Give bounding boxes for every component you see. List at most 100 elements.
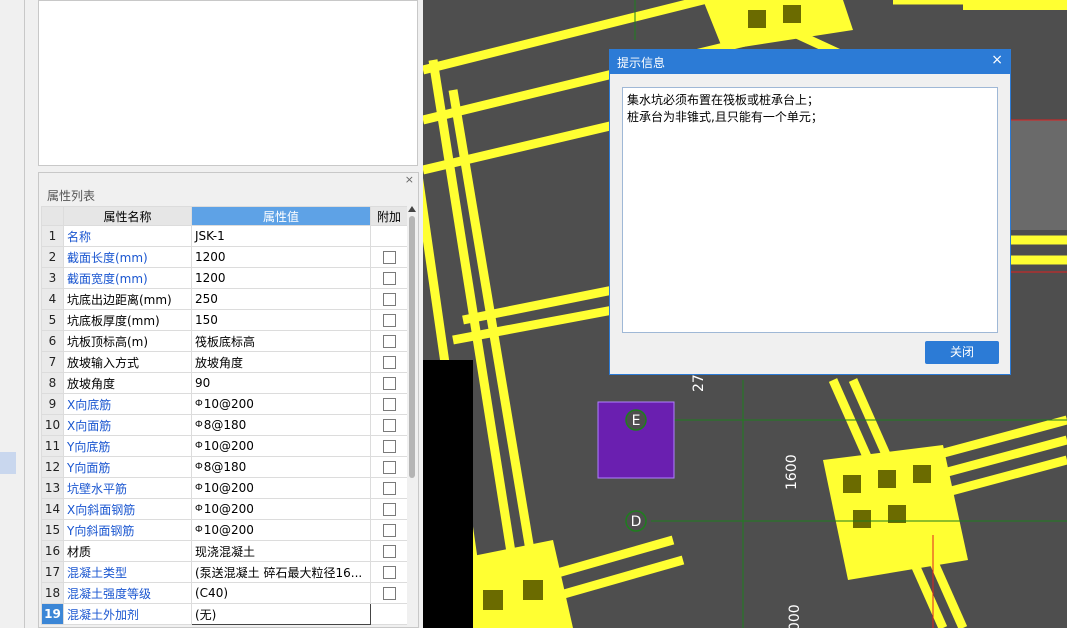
message-line: 桩承台为非锥式,且只能有一个单元； xyxy=(627,110,823,124)
row-number: 13 xyxy=(41,477,64,499)
property-value-text: 250 xyxy=(195,292,218,306)
extra-checkbox[interactable] xyxy=(382,314,396,327)
property-name: 坑壁水平筋 xyxy=(63,477,192,499)
row-number: 12 xyxy=(41,456,64,478)
row-number: 2 xyxy=(41,246,64,268)
header-extra[interactable]: 附加 xyxy=(370,206,408,226)
property-value[interactable]: 放坡角度 xyxy=(191,351,371,373)
close-button[interactable]: 关闭 xyxy=(925,341,999,364)
property-row[interactable]: 18 混凝土强度等级 (C40) xyxy=(41,582,408,604)
extra-cell xyxy=(370,309,408,331)
property-value[interactable]: (泵送混凝土 碎石最大粒径16... xyxy=(191,561,371,583)
property-row[interactable]: 9 X向底筋 Ф10@200 xyxy=(41,393,408,415)
property-value[interactable]: 1200 xyxy=(191,246,371,268)
property-row[interactable]: 6 坑板顶标高(m) 筏板底标高 xyxy=(41,330,408,352)
property-row[interactable]: 15 Y向斜面钢筋 Ф10@200 xyxy=(41,519,408,541)
rebar-grade-icon: Ф xyxy=(195,441,203,451)
header-name[interactable]: 属性名称 xyxy=(63,206,192,226)
scroll-up-arrow-icon[interactable] xyxy=(408,206,416,212)
extra-checkbox[interactable] xyxy=(382,335,396,348)
property-name: 混凝土类型 xyxy=(63,561,192,583)
grid-scrollbar[interactable] xyxy=(407,206,417,626)
property-value[interactable]: Ф10@200 xyxy=(191,393,371,415)
extra-checkbox[interactable] xyxy=(382,482,396,495)
property-value-text: 10@200 xyxy=(203,397,254,411)
property-row[interactable]: 8 放坡角度 90 xyxy=(41,372,408,394)
extra-cell xyxy=(370,330,408,352)
property-name: 截面长度(mm) xyxy=(63,246,192,268)
rebar-grade-icon: Ф xyxy=(195,462,203,472)
extra-checkbox[interactable] xyxy=(382,398,396,411)
property-row[interactable]: 1 名称 JSK-1 xyxy=(41,225,408,247)
extra-cell xyxy=(370,246,408,268)
dock-tab-marker[interactable] xyxy=(0,452,16,474)
property-value[interactable]: JSK-1 xyxy=(191,225,371,247)
property-value[interactable]: 90 xyxy=(191,372,371,394)
row-number: 14 xyxy=(41,498,64,520)
extra-checkbox[interactable] xyxy=(382,251,396,264)
pile-hole xyxy=(748,10,766,28)
property-row[interactable]: 13 坑壁水平筋 Ф10@200 xyxy=(41,477,408,499)
extra-checkbox[interactable] xyxy=(382,419,396,432)
extra-checkbox[interactable] xyxy=(382,440,396,453)
property-name: Y向面筋 xyxy=(63,456,192,478)
property-value[interactable]: 150 xyxy=(191,309,371,331)
property-name: 坑底出边距离(mm) xyxy=(63,288,192,310)
extra-checkbox[interactable] xyxy=(382,377,396,390)
extra-cell xyxy=(370,225,408,247)
property-value[interactable]: 筏板底标高 xyxy=(191,330,371,352)
property-name: 名称 xyxy=(63,225,192,247)
dock-divider xyxy=(24,0,25,628)
property-value[interactable]: 250 xyxy=(191,288,371,310)
property-row[interactable]: 2 截面长度(mm) 1200 xyxy=(41,246,408,268)
property-value-text: 10@200 xyxy=(203,523,254,537)
property-row[interactable]: 10 X向面筋 Ф8@180 xyxy=(41,414,408,436)
extra-checkbox[interactable] xyxy=(382,545,396,558)
property-row[interactable]: 14 X向斜面钢筋 Ф10@200 xyxy=(41,498,408,520)
scroll-thumb[interactable] xyxy=(409,216,415,478)
property-value-text: 90 xyxy=(195,376,211,390)
property-row[interactable]: 4 坑底出边距离(mm) 250 xyxy=(41,288,408,310)
property-value[interactable]: 1200 xyxy=(191,267,371,289)
void-region xyxy=(423,360,473,628)
property-row[interactable]: 16 材质 现浇混凝土 xyxy=(41,540,408,562)
property-row[interactable]: 3 截面宽度(mm) 1200 xyxy=(41,267,408,289)
property-value[interactable]: Ф10@200 xyxy=(191,498,371,520)
property-value[interactable]: (C40) xyxy=(191,582,371,604)
extra-checkbox[interactable] xyxy=(382,272,396,285)
property-row[interactable]: 17 混凝土类型 (泵送混凝土 碎石最大粒径16... xyxy=(41,561,408,583)
property-value[interactable]: Ф8@180 xyxy=(191,414,371,436)
rebar-grade-icon: Ф xyxy=(195,399,203,409)
rebar-grade-icon: Ф xyxy=(195,504,203,514)
property-row[interactable]: 7 放坡输入方式 放坡角度 xyxy=(41,351,408,373)
extra-checkbox[interactable] xyxy=(382,503,396,516)
row-number: 6 xyxy=(41,330,64,352)
property-grid: 属性名称 属性值 附加 1 名称 JSK-1 2 截面长度(mm) 1200 3 截面宽度(m… xyxy=(41,206,408,625)
dialog-title: 提示信息 xyxy=(617,56,666,70)
header-value[interactable]: 属性值 xyxy=(191,206,371,226)
extra-checkbox[interactable] xyxy=(382,524,396,537)
pile-cap xyxy=(703,0,853,50)
property-value[interactable]: Ф10@200 xyxy=(191,519,371,541)
property-value[interactable]: Ф10@200 xyxy=(191,477,371,499)
property-value[interactable]: Ф8@180 xyxy=(191,456,371,478)
property-row[interactable]: 11 Y向底筋 Ф10@200 xyxy=(41,435,408,457)
property-name: X向面筋 xyxy=(63,414,192,436)
property-value[interactable]: Ф10@200 xyxy=(191,435,371,457)
extra-checkbox[interactable] xyxy=(382,356,396,369)
property-row[interactable]: 12 Y向面筋 Ф8@180 xyxy=(41,456,408,478)
property-row[interactable]: 5 坑底板厚度(mm) 150 xyxy=(41,309,408,331)
extra-checkbox[interactable] xyxy=(382,566,396,579)
panel-close-icon[interactable]: × xyxy=(405,173,414,186)
dialog-titlebar[interactable]: 提示信息 × xyxy=(610,50,1010,74)
property-value[interactable]: 现浇混凝土 xyxy=(191,540,371,562)
extra-checkbox[interactable] xyxy=(382,461,396,474)
row-number: 1 xyxy=(41,225,64,247)
dialog-message-box[interactable]: 集水坑必须布置在筏板或桩承台上； 桩承台为非锥式,且只能有一个单元； xyxy=(622,87,998,333)
extra-checkbox[interactable] xyxy=(382,293,396,306)
property-row[interactable]: 19 混凝土外加剂 (无) xyxy=(41,603,408,625)
property-name: 混凝土外加剂 xyxy=(63,603,192,625)
property-value[interactable]: (无) xyxy=(191,603,371,625)
extra-checkbox[interactable] xyxy=(382,587,396,600)
dialog-close-icon[interactable]: × xyxy=(991,52,1003,68)
